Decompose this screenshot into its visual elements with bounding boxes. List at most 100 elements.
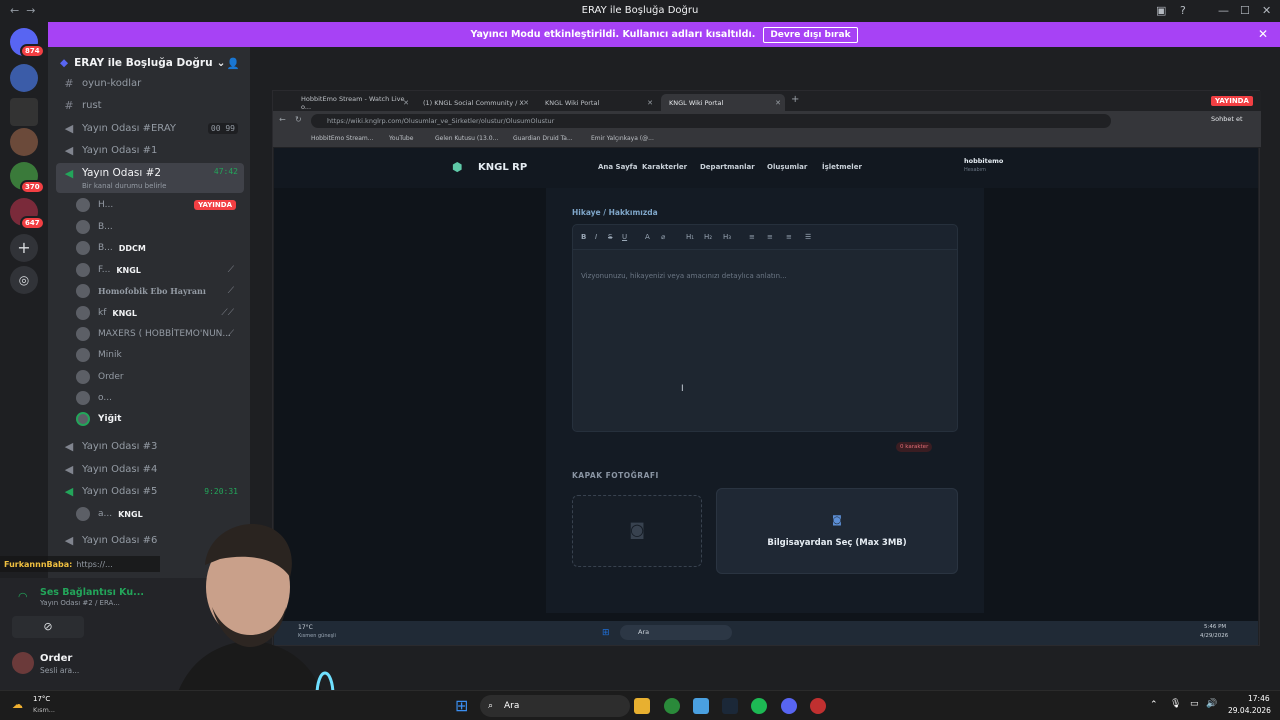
tab-kngl-social[interactable]: (1) KNGL Social Community / X ✕	[415, 94, 533, 111]
spotify-icon[interactable]	[751, 698, 767, 714]
windows-start-icon[interactable]: ⊞	[602, 628, 610, 638]
tab-hobbitemo[interactable]: HobbitEmo Stream - Watch Live o... ✕	[293, 94, 413, 111]
heading2-button[interactable]: H₂	[704, 233, 712, 241]
muted-icon: ⟋	[227, 329, 234, 339]
server-icon[interactable]	[10, 98, 38, 126]
taskbar-search[interactable]: ⌕ Ara	[480, 695, 630, 717]
justify-button[interactable]: ☰	[805, 233, 811, 241]
microphone-icon[interactable]: 🎙	[1170, 699, 1181, 709]
web-page: ⬢ KNGL RP Ana Sayfa Karakterler Departma…	[274, 148, 1258, 621]
voice-user[interactable]: kf KNGL ⟋⟋	[76, 303, 244, 323]
channel-label: rust	[82, 99, 102, 111]
channel-yayin-odasi-5[interactable]: ◀ Yayın Odası #5 9:20:31	[56, 481, 244, 501]
strike-button[interactable]: S	[608, 233, 612, 241]
heading1-button[interactable]: H₁	[686, 233, 694, 241]
new-tab-icon[interactable]: +	[791, 94, 799, 105]
channel-yayin-odasi-2[interactable]: ◀ Yayın Odası #2 47:42 Bir kanal durumu …	[56, 163, 244, 193]
discord-icon[interactable]	[781, 698, 797, 714]
muted-icon: ⟋	[227, 265, 234, 275]
help-icon[interactable]: ?	[1180, 4, 1186, 17]
maximize-button[interactable]: ☐	[1240, 4, 1250, 17]
align-right-button[interactable]: ≡	[786, 233, 792, 241]
voice-user[interactable]: Yiğit	[76, 409, 244, 429]
underline-button[interactable]: U	[622, 233, 627, 241]
camera-off-button[interactable]: ⊘	[12, 616, 84, 638]
voice-user[interactable]: Homofobik Ebo Hayranı ⟋	[76, 281, 244, 301]
voice-user[interactable]: Minik	[76, 345, 244, 365]
channel-oyun-kodlar[interactable]: # oyun-kodlar	[56, 73, 244, 93]
explore-icon[interactable]: ◎	[10, 266, 38, 294]
close-icon[interactable]: ✕	[1258, 27, 1268, 41]
invite-icon[interactable]: 👤	[227, 57, 240, 70]
align-center-button[interactable]: ≡	[767, 233, 773, 241]
site-brand[interactable]: KNGL RP	[478, 162, 527, 173]
avatar	[76, 220, 90, 234]
bookmark[interactable]: YouTube	[389, 135, 413, 142]
bookmark[interactable]: HobbitEmo Stream...	[311, 135, 373, 142]
bookmark[interactable]: Guardian Druid Ta...	[513, 135, 573, 142]
channel-rust[interactable]: # rust	[56, 95, 244, 115]
bookmark[interactable]: Emir Yalçınkaya (@...	[591, 135, 654, 142]
bookmark[interactable]: Gelen Kutusu (13.0...	[435, 135, 498, 142]
voice-user[interactable]: F... KNGL ⟋	[76, 260, 244, 280]
close-icon[interactable]: ✕	[775, 99, 781, 107]
channel-status[interactable]: Bir kanal durumu belirle	[82, 182, 166, 190]
close-icon[interactable]: ✕	[403, 99, 409, 107]
app-icon[interactable]	[693, 698, 709, 714]
story-editor[interactable]: Vizyonunuzu, hikayenizi veya amacınızı d…	[572, 250, 958, 432]
nav-departmanlar[interactable]: Departmanlar	[700, 163, 755, 171]
voice-room[interactable]: Yayın Odası #2 / ERA...	[40, 599, 120, 607]
server-icon[interactable]	[10, 128, 38, 156]
file-explorer-icon[interactable]	[634, 698, 650, 714]
avatar	[76, 263, 90, 277]
voice-user[interactable]: MAXERS ( HOBBİTEMO'NUN... ⟋	[76, 324, 244, 344]
back-icon[interactable]: ←	[279, 115, 286, 124]
voice-user[interactable]: H... YAYINDA	[76, 195, 244, 215]
voice-user[interactable]: B... DDCM	[76, 238, 244, 258]
nav-olusumlar[interactable]: Oluşumlar	[767, 163, 807, 171]
text-color-button[interactable]: A	[645, 233, 650, 241]
server-icon[interactable]	[10, 64, 38, 92]
nav-karakterler[interactable]: Karakterler	[642, 163, 687, 171]
clear-format-button[interactable]: ⌀	[661, 233, 665, 241]
network-icon[interactable]: ▭	[1190, 699, 1199, 709]
upload-label: Bilgisayardan Seç (Max 3MB)	[767, 538, 907, 548]
url-input[interactable]: https://wiki.knglrp.com/Olusumlar_ve_Sir…	[311, 114, 1111, 128]
inbox-icon[interactable]: ▣	[1156, 4, 1166, 17]
reload-icon[interactable]: ↻	[295, 115, 302, 124]
account-name[interactable]: hobbitemo	[964, 157, 1003, 165]
tab-kngl-wiki[interactable]: KNGL Wiki Portal ✕	[537, 94, 657, 111]
close-icon[interactable]: ✕	[523, 99, 529, 107]
channel-yayin-odasi-4[interactable]: ◀ Yayın Odası #4	[56, 459, 244, 479]
close-button[interactable]: ✕	[1262, 4, 1271, 17]
disable-streamer-mode-button[interactable]: Devre dışı bırak	[763, 26, 858, 43]
taskbar-search[interactable]: Ara	[620, 625, 732, 640]
channel-yayin-odasi-eray[interactable]: ◀ Yayın Odası #ERAY 00 99	[56, 118, 244, 138]
chat-button[interactable]: Sohbet et	[1211, 115, 1243, 123]
chrome-icon[interactable]	[664, 698, 680, 714]
add-server-icon[interactable]: +	[10, 234, 38, 262]
tab-kngl-wiki-active[interactable]: KNGL Wiki Portal ✕	[661, 94, 785, 111]
avatar[interactable]	[12, 652, 34, 674]
nav-ana-sayfa[interactable]: Ana Sayfa	[598, 163, 637, 171]
channel-yayin-odasi-1[interactable]: ◀ Yayın Odası #1	[56, 140, 244, 160]
banner-text: Yayıncı Modu etkinleştirildi. Kullanıcı …	[470, 29, 756, 40]
close-icon[interactable]: ✕	[647, 99, 653, 107]
search-icon: ⌕	[488, 701, 494, 711]
voice-user[interactable]: o...	[76, 388, 244, 408]
app-icon[interactable]	[810, 698, 826, 714]
windows-start-icon[interactable]: ⊞	[455, 696, 468, 715]
steam-icon[interactable]	[722, 698, 738, 714]
italic-button[interactable]: I	[595, 233, 597, 241]
nav-isletmeler[interactable]: İşletmeler	[822, 163, 862, 171]
bold-button[interactable]: B	[581, 233, 586, 241]
voice-user[interactable]: B...	[76, 217, 244, 237]
heading3-button[interactable]: H₃	[723, 233, 731, 241]
channel-yayin-odasi-3[interactable]: ◀ Yayın Odası #3	[56, 436, 244, 456]
chevron-up-icon[interactable]: ⌃	[1150, 700, 1158, 710]
voice-user[interactable]: Order	[76, 367, 244, 387]
upload-cover-button[interactable]: ◙ Bilgisayardan Seç (Max 3MB)	[716, 488, 958, 574]
align-left-button[interactable]: ≡	[749, 233, 755, 241]
volume-icon[interactable]: 🔊	[1206, 699, 1217, 709]
minimize-button[interactable]: —	[1218, 4, 1229, 17]
